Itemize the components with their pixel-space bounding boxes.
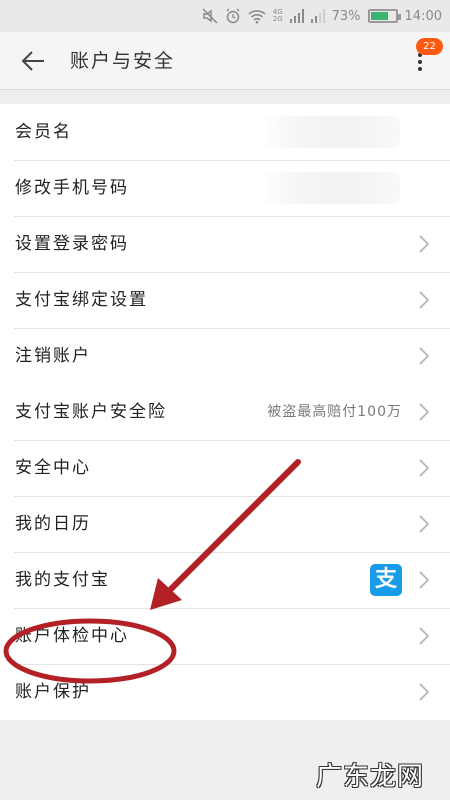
clock: 14:00: [404, 8, 442, 24]
list-item-cancel-account[interactable]: 注销账户: [0, 328, 450, 384]
list-item-account-protection[interactable]: 账户保护: [0, 664, 450, 720]
chevron-right-icon: [419, 515, 430, 533]
notification-badge: 22: [416, 38, 443, 55]
insurance-description: 被盗最高赔付100万: [267, 404, 402, 420]
blurred-value: [260, 116, 400, 148]
list-item-my-alipay[interactable]: 我的支付宝 支: [0, 552, 450, 608]
list-item-login-password[interactable]: 设置登录密码: [0, 216, 450, 272]
chevron-right-icon: [419, 235, 430, 253]
mute-icon: [202, 8, 218, 24]
signal-icon: [289, 9, 304, 23]
list-item-label: 支付宝绑定设置: [15, 290, 148, 310]
list-item-label: 注销账户: [15, 346, 91, 366]
app-bar: 账户与安全 22: [0, 32, 450, 90]
list-item-member-name[interactable]: 会员名: [0, 104, 450, 160]
chevron-right-icon: [419, 403, 430, 421]
chevron-right-icon: [419, 459, 430, 477]
list-item-label: 安全中心: [15, 458, 91, 478]
alarm-icon: [226, 8, 240, 24]
chevron-right-icon: [419, 347, 430, 365]
more-vertical-icon[interactable]: [415, 50, 425, 90]
list-item-label: 支付宝账户安全险: [15, 402, 167, 422]
list-item-label: 修改手机号码: [15, 178, 129, 198]
battery-percent: 73%: [331, 8, 361, 24]
list-item-alipay-binding[interactable]: 支付宝绑定设置: [0, 272, 450, 328]
list-item-label: 我的日历: [15, 514, 91, 534]
signal-icon-2: [310, 9, 325, 23]
alipay-icon: 支: [370, 564, 402, 596]
list-item-my-calendar[interactable]: 我的日历: [0, 496, 450, 552]
back-arrow-icon[interactable]: [20, 49, 46, 73]
security-services-group: 支付宝账户安全险 被盗最高赔付100万 安全中心 我的日历 我的支付宝 支 账户…: [0, 384, 450, 720]
list-item-security-center[interactable]: 安全中心: [0, 440, 450, 496]
list-item-label: 设置登录密码: [15, 234, 129, 254]
battery-icon: [367, 9, 401, 23]
list-item-security-insurance[interactable]: 支付宝账户安全险 被盗最高赔付100万: [0, 384, 450, 440]
page-title: 账户与安全: [70, 50, 176, 72]
chevron-right-icon: [419, 571, 430, 589]
network-type-label: 4G 2G: [272, 8, 283, 23]
chevron-right-icon: [419, 683, 430, 701]
blurred-value: [260, 172, 400, 204]
status-icons: 4G 2G 73% 14:00: [202, 0, 442, 32]
list-item-label: 会员名: [15, 122, 72, 142]
account-settings-group: 会员名 修改手机号码 设置登录密码 支付宝绑定设置 注销账户: [0, 104, 450, 384]
list-item-label: 账户体检中心: [15, 626, 129, 646]
list-item-change-phone[interactable]: 修改手机号码: [0, 160, 450, 216]
status-bar: 4G 2G 73% 14:00: [0, 0, 450, 32]
chevron-right-icon: [419, 627, 430, 645]
list-item-account-checkup[interactable]: 账户体检中心: [0, 608, 450, 664]
wifi-icon: [248, 10, 266, 24]
list-item-label: 账户保护: [15, 682, 91, 702]
chevron-right-icon: [419, 291, 430, 309]
list-item-label: 我的支付宝: [15, 570, 110, 590]
watermark: 广东龙网: [316, 762, 425, 792]
